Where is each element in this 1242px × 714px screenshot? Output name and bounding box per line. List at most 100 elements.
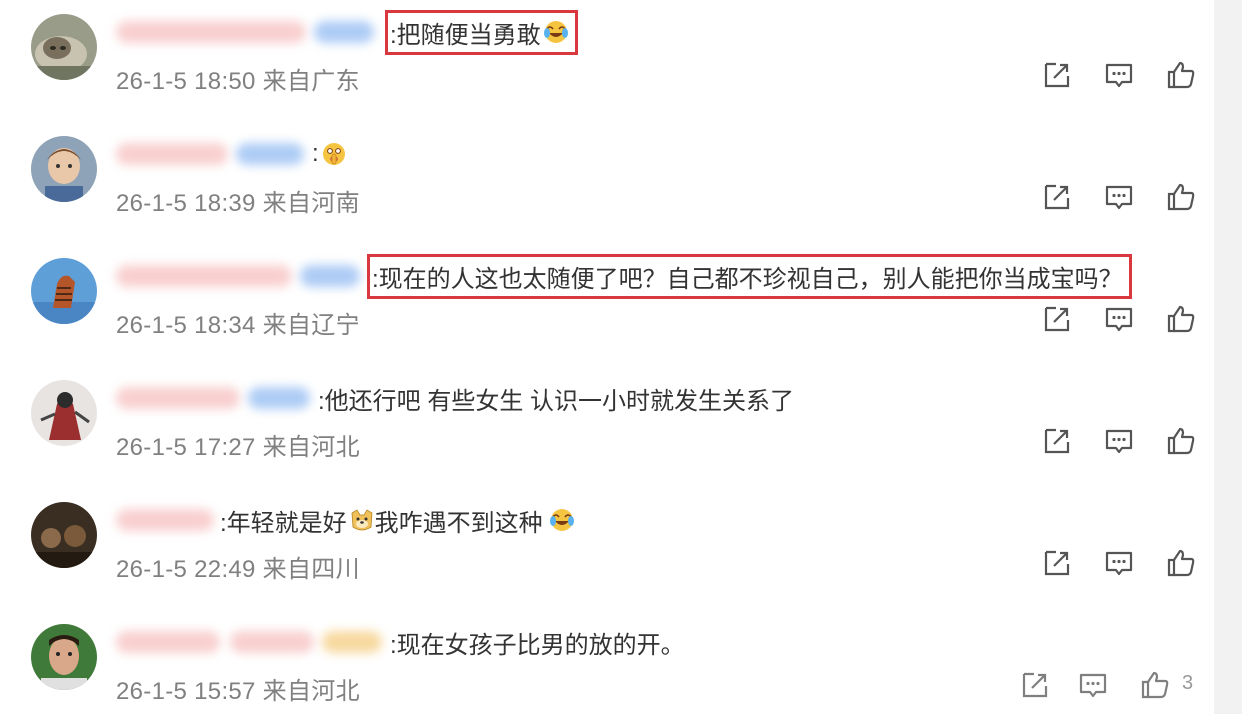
comment-meta: 26-1-5 18:34 来自辽宁 xyxy=(116,305,360,340)
comment-meta: 26-1-5 15:57 来自河北 xyxy=(116,671,360,706)
reply-button[interactable] xyxy=(1102,58,1136,92)
like-button[interactable] xyxy=(1164,302,1198,336)
user-badge xyxy=(300,265,360,287)
doge-emoji-icon xyxy=(349,507,375,533)
comment-actions xyxy=(1040,180,1200,216)
thumbs-up-icon xyxy=(1167,183,1195,211)
comment-actions xyxy=(1040,302,1200,338)
like-button[interactable] xyxy=(1164,424,1198,458)
share-button[interactable] xyxy=(1040,58,1074,92)
username[interactable] xyxy=(116,265,292,287)
avatar[interactable] xyxy=(31,258,97,324)
share-icon xyxy=(1044,550,1070,576)
comment-icon xyxy=(1105,429,1133,454)
like-button[interactable] xyxy=(1164,546,1198,580)
comment-actions xyxy=(1040,546,1200,582)
share-button[interactable] xyxy=(1040,546,1074,580)
comment-meta: 26-1-5 22:49 来自四川 xyxy=(116,549,360,584)
share-icon xyxy=(1044,184,1070,210)
reply-button[interactable] xyxy=(1102,424,1136,458)
reply-button[interactable] xyxy=(1102,546,1136,580)
thumbs-up-icon xyxy=(1141,671,1169,699)
share-button[interactable] xyxy=(1018,668,1052,702)
share-button[interactable] xyxy=(1040,180,1074,214)
reply-button[interactable] xyxy=(1102,180,1136,214)
comment-meta: 26-1-5 17:27 来自河北 xyxy=(116,427,360,462)
thumbs-up-icon xyxy=(1167,427,1195,455)
username[interactable] xyxy=(116,21,306,43)
comment-header: :把随便当勇敢 xyxy=(116,9,578,55)
comment-location: 来自广东 xyxy=(262,68,360,95)
share-icon xyxy=(1044,306,1070,332)
comment-header: :现在的人这也太随便了吧？自己都不珍视自己，别人能把你当成宝吗？ xyxy=(116,253,1132,299)
comment-icon xyxy=(1105,63,1133,88)
comment-time: 26-1-5 15:57 xyxy=(116,678,256,705)
comment-text: :现在女孩子比男的放的开。 xyxy=(390,631,685,659)
comment-header: :他还行吧 有些女生 认识一小时就发生关系了 xyxy=(116,380,794,416)
scrollbar-track[interactable] xyxy=(1214,0,1242,714)
thumbs-up-icon xyxy=(1167,305,1195,333)
user-badge xyxy=(236,143,304,165)
comment-location: 来自四川 xyxy=(262,556,360,583)
comment-text: :他还行吧 有些女生 认识一小时就发生关系了 xyxy=(318,387,795,415)
laughing-crying-emoji-icon xyxy=(549,507,575,533)
comment-item: :他还行吧 有些女生 认识一小时就发生关系了 26-1-5 17:27 来自河北 xyxy=(0,366,1214,488)
comment-text: :年轻就是好 我咋遇不到这种 xyxy=(220,503,575,538)
username[interactable] xyxy=(116,631,220,653)
comment-actions xyxy=(1040,424,1200,460)
comment-location: 来自河北 xyxy=(262,678,360,705)
username[interactable] xyxy=(116,509,214,531)
comment-header: : xyxy=(116,136,347,172)
comment-item: :现在的人这也太随便了吧？自己都不珍视自己，别人能把你当成宝吗？ 26-1-5 … xyxy=(0,244,1214,366)
comment-meta: 26-1-5 18:39 来自河南 xyxy=(116,183,360,218)
comment-item: :把随便当勇敢 26-1-5 18:50 来自广东 xyxy=(0,0,1214,122)
shushing-face-emoji-icon xyxy=(321,141,347,167)
username-suffix xyxy=(230,631,314,653)
share-button[interactable] xyxy=(1040,302,1074,336)
user-badge xyxy=(322,631,382,653)
user-badge xyxy=(248,387,310,409)
comment-text: : xyxy=(312,140,347,168)
comment-item: :年轻就是好 我咋遇不到这种 26-1-5 22:49 来自四川 xyxy=(0,488,1214,610)
comment-text: :把随便当勇敢 xyxy=(385,9,578,55)
avatar[interactable] xyxy=(31,624,97,690)
like-button[interactable] xyxy=(1138,668,1172,702)
comment-icon xyxy=(1105,551,1133,576)
comment-time: 26-1-5 18:34 xyxy=(116,312,256,339)
thumbs-up-icon xyxy=(1167,61,1195,89)
username[interactable] xyxy=(116,143,228,165)
avatar[interactable] xyxy=(31,136,97,202)
reply-button[interactable] xyxy=(1102,302,1136,336)
comment-item: :现在女孩子比男的放的开。 26-1-5 15:57 来自河北 3 xyxy=(0,610,1214,714)
comment-location: 来自辽宁 xyxy=(262,312,360,339)
comment-time: 26-1-5 17:27 xyxy=(116,434,256,461)
comment-time: 26-1-5 18:50 xyxy=(116,68,256,95)
comment-actions xyxy=(1040,58,1200,94)
comment-header: :年轻就是好 我咋遇不到这种 xyxy=(116,502,575,538)
comment-actions: 3 xyxy=(1022,668,1200,704)
like-count: 3 xyxy=(1182,672,1194,694)
share-icon xyxy=(1044,62,1070,88)
comment-location: 来自河北 xyxy=(262,434,360,461)
comment-meta: 26-1-5 18:50 来自广东 xyxy=(116,61,360,96)
comment-icon xyxy=(1105,307,1133,332)
like-button[interactable] xyxy=(1164,58,1198,92)
avatar[interactable] xyxy=(31,380,97,446)
username[interactable] xyxy=(116,387,240,409)
comment-icon xyxy=(1079,673,1107,698)
share-icon xyxy=(1022,672,1048,698)
comment-item: : 26-1-5 18:39 来自河南 xyxy=(0,122,1214,244)
share-button[interactable] xyxy=(1040,424,1074,458)
laughing-crying-emoji-icon xyxy=(543,19,569,45)
thumbs-up-icon xyxy=(1167,549,1195,577)
share-icon xyxy=(1044,428,1070,454)
comment-time: 26-1-5 18:39 xyxy=(116,190,256,217)
like-button[interactable] xyxy=(1164,180,1198,214)
reply-button[interactable] xyxy=(1076,668,1110,702)
comment-header: :现在女孩子比男的放的开。 xyxy=(116,624,685,660)
avatar[interactable] xyxy=(31,502,97,568)
comment-icon xyxy=(1105,185,1133,210)
comment-time: 26-1-5 22:49 xyxy=(116,556,256,583)
comment-text: :现在的人这也太随便了吧？自己都不珍视自己，别人能把你当成宝吗？ xyxy=(367,253,1132,299)
avatar[interactable] xyxy=(31,14,97,80)
